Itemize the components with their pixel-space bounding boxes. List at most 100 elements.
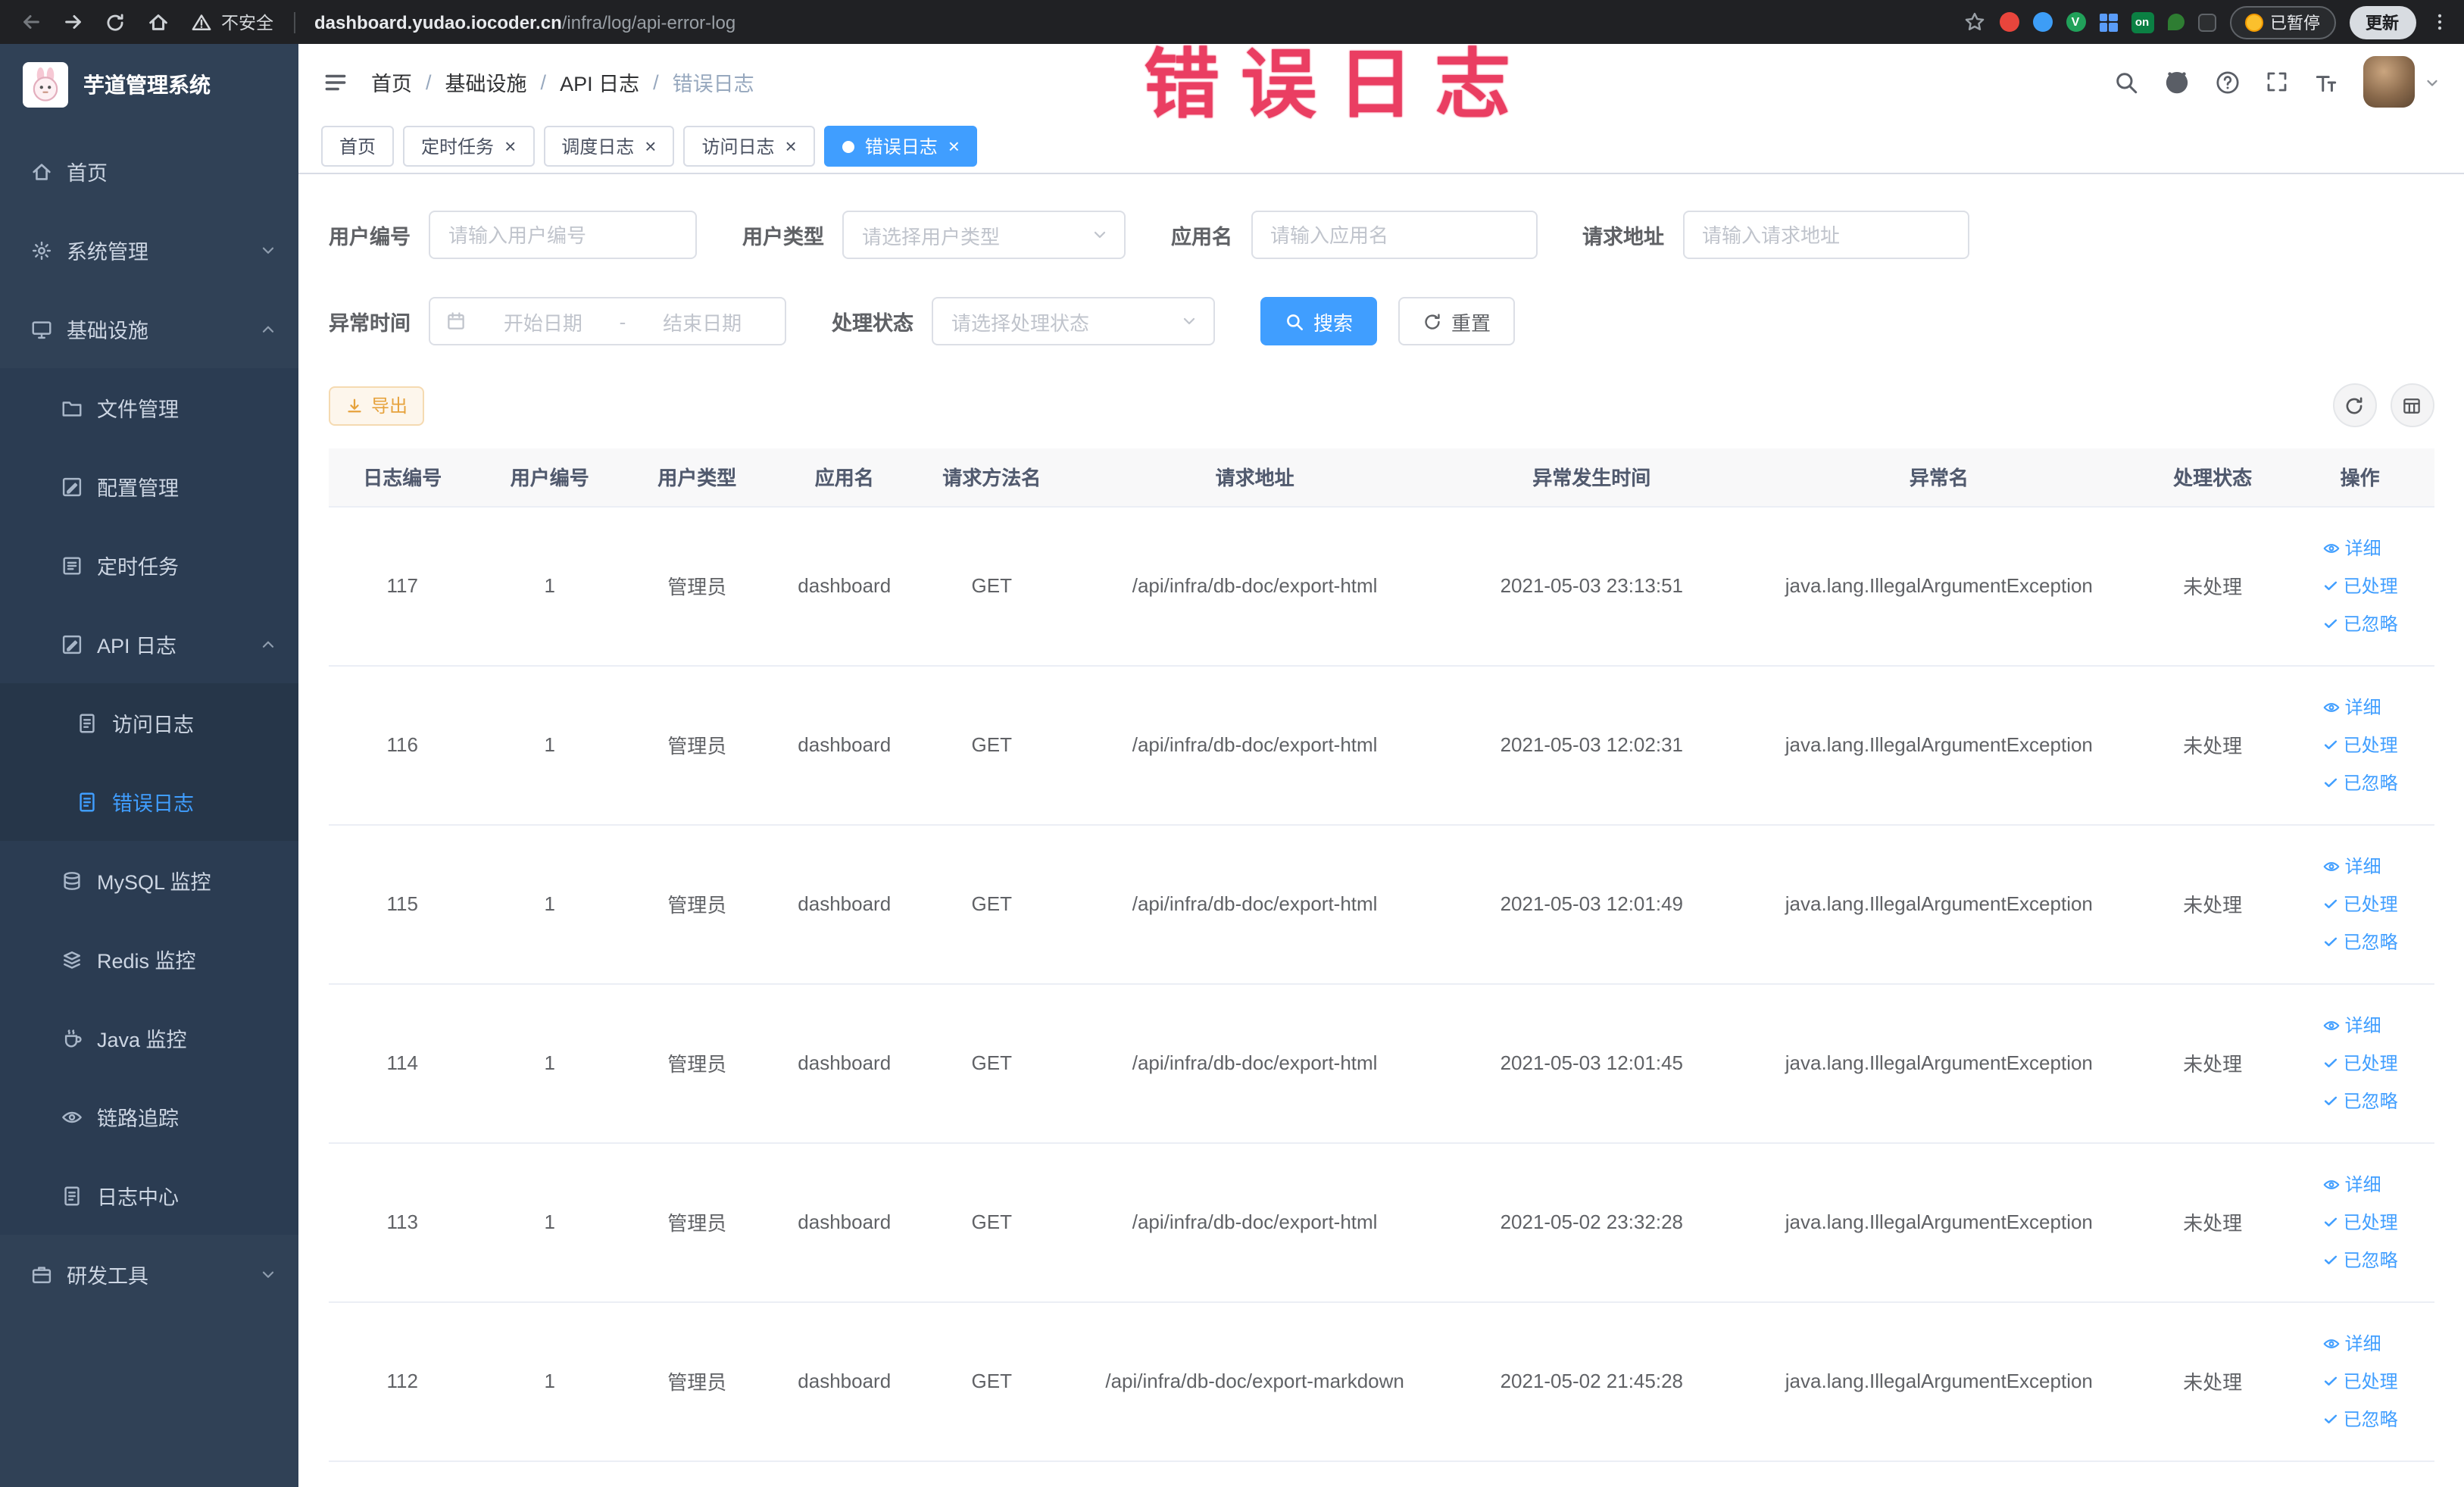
date-range-picker[interactable]: 开始日期 - 结束日期 — [429, 297, 786, 345]
user-menu[interactable] — [2363, 56, 2440, 108]
sidebar-item-log-center[interactable]: 日志中心 — [0, 1156, 298, 1235]
sidebar-item-file-management[interactable]: 文件管理 — [0, 368, 298, 447]
detail-link[interactable]: 详细 — [2322, 1330, 2381, 1356]
cell-user-id: 1 — [476, 506, 623, 666]
cell-status: 未处理 — [2138, 1301, 2287, 1461]
user-type-select[interactable]: 请选择用户类型 — [842, 211, 1126, 259]
bookmark-star-icon[interactable] — [1963, 11, 1985, 33]
sidebar-item-home[interactable]: 首页 — [0, 132, 298, 211]
detail-link[interactable]: 详细 — [2322, 853, 2381, 879]
sidebar-item-redis-monitor[interactable]: Redis 监控 — [0, 920, 298, 998]
sidebar-item-java-monitor[interactable]: Java 监控 — [0, 998, 298, 1077]
security-indicator[interactable]: 不安全 — [191, 10, 273, 34]
tab-schedule-log[interactable]: 调度日志 × — [543, 126, 675, 167]
check-icon — [2324, 740, 2337, 750]
extension-grid-icon[interactable] — [2099, 13, 2117, 31]
search-icon — [1287, 314, 1304, 330]
breadcrumb-home[interactable]: 首页 — [371, 67, 412, 97]
status-select[interactable]: 请选择处理状态 — [932, 297, 1215, 345]
fullscreen-icon[interactable] — [2264, 70, 2288, 94]
ignored-link[interactable]: 已忽略 — [2322, 1406, 2398, 1432]
detail-link[interactable]: 详细 — [2322, 1171, 2381, 1197]
search-icon[interactable] — [2113, 69, 2138, 95]
extension-blue-icon[interactable] — [2032, 12, 2052, 32]
help-icon[interactable] — [2214, 69, 2240, 95]
breadcrumb-infrastructure[interactable]: 基础设施 — [445, 67, 527, 97]
reset-button[interactable]: 重置 — [1398, 297, 1516, 345]
page-header: 首页 / 基础设施 / API 日志 / 错误日志 — [298, 44, 2464, 120]
search-button[interactable]: 搜索 — [1260, 297, 1378, 345]
cell-method: GET — [918, 824, 1066, 984]
github-icon[interactable] — [2163, 68, 2190, 95]
cell-user-type: 管理员 — [623, 1301, 771, 1461]
tab-home[interactable]: 首页 — [321, 126, 395, 167]
redis-icon — [61, 948, 83, 970]
export-button[interactable]: 导出 — [329, 386, 425, 425]
paused-badge[interactable]: 已暂停 — [2229, 5, 2335, 39]
back-icon[interactable] — [15, 7, 45, 37]
detail-link[interactable]: 详细 — [2322, 694, 2381, 720]
ignored-link[interactable]: 已忽略 — [2322, 770, 2398, 795]
processed-link[interactable]: 已处理 — [2322, 573, 2398, 598]
sidebar-item-error-log[interactable]: 错误日志 — [0, 762, 298, 841]
tab-scheduled-tasks[interactable]: 定时任务 × — [403, 126, 535, 167]
sidebar-item-trace[interactable]: 链路追踪 — [0, 1077, 298, 1156]
address-bar[interactable]: dashboard.yudao.iocoder.cn/infra/log/api… — [314, 11, 1950, 33]
sidebar-item-system[interactable]: 系统管理 — [0, 211, 298, 289]
processed-link[interactable]: 已处理 — [2322, 1050, 2398, 1076]
close-icon[interactable]: × — [948, 136, 960, 156]
ignored-link[interactable]: 已忽略 — [2322, 1247, 2398, 1273]
cell-user-type: 管理员 — [623, 1142, 771, 1302]
close-icon[interactable]: × — [785, 136, 797, 156]
cell-user-id: 1 — [476, 824, 623, 984]
chevron-up-icon — [259, 635, 277, 653]
cell-app-name: dashboard — [770, 665, 918, 825]
home-icon[interactable] — [142, 7, 173, 37]
check-icon — [2324, 937, 2337, 947]
update-button[interactable]: 更新 — [2349, 5, 2416, 39]
tab-error-log[interactable]: 错误日志 × — [823, 126, 978, 167]
extension-on-icon[interactable]: on — [2131, 11, 2153, 33]
ignored-link[interactable]: 已忽略 — [2322, 611, 2398, 636]
check-icon — [2324, 899, 2337, 909]
close-icon[interactable]: × — [645, 136, 656, 156]
processed-link[interactable]: 已处理 — [2322, 891, 2398, 917]
refresh-button[interactable] — [2332, 383, 2376, 427]
processed-link[interactable]: 已处理 — [2322, 1209, 2398, 1235]
extensions-puzzle-icon[interactable] — [2197, 13, 2216, 31]
sidebar: 芋道管理系统 首页 系统管理 基础设施 文件管理 配置管理 定时任务 API 日… — [0, 44, 298, 1487]
cell-app-name: dashboard — [770, 506, 918, 666]
close-icon[interactable]: × — [504, 136, 516, 156]
extension-v-icon[interactable]: V — [2066, 12, 2085, 32]
reload-icon[interactable] — [100, 7, 130, 37]
request-url-input[interactable] — [1682, 211, 1969, 259]
sidebar-item-mysql-monitor[interactable]: MySQL 监控 — [0, 841, 298, 920]
extension-red-icon[interactable] — [1999, 12, 2019, 32]
processed-link[interactable]: 已处理 — [2322, 1368, 2398, 1394]
url-path: /infra/log/api-error-log — [561, 11, 736, 33]
sidebar-item-api-log[interactable]: API 日志 — [0, 604, 298, 683]
column-visibility-button[interactable] — [2390, 383, 2434, 427]
hamburger-icon[interactable] — [323, 69, 348, 95]
detail-link[interactable]: 详细 — [2322, 1012, 2381, 1038]
font-size-icon[interactable] — [2313, 69, 2338, 95]
browser-menu-icon[interactable] — [2429, 12, 2449, 32]
chevron-down-icon — [1094, 231, 1106, 239]
app-name-input[interactable] — [1251, 211, 1537, 259]
user-id-input[interactable] — [429, 211, 697, 259]
extension-sprout-icon[interactable] — [2167, 14, 2184, 30]
sidebar-item-access-log[interactable]: 访问日志 — [0, 683, 298, 762]
security-label: 不安全 — [221, 14, 273, 33]
detail-link[interactable]: 详细 — [2322, 535, 2381, 561]
sidebar-item-infrastructure[interactable]: 基础设施 — [0, 289, 298, 368]
sidebar-item-dev-tools[interactable]: 研发工具 — [0, 1235, 298, 1314]
tab-access-log[interactable]: 访问日志 × — [683, 126, 815, 167]
breadcrumb-api-log[interactable]: API 日志 — [560, 67, 639, 97]
sidebar-item-config-management[interactable]: 配置管理 — [0, 447, 298, 526]
sidebar-item-scheduled-tasks[interactable]: 定时任务 — [0, 526, 298, 604]
ignored-link[interactable]: 已忽略 — [2322, 1088, 2398, 1114]
java-cup-icon — [61, 1026, 83, 1049]
forward-icon[interactable] — [58, 7, 88, 37]
ignored-link[interactable]: 已忽略 — [2322, 929, 2398, 954]
processed-link[interactable]: 已处理 — [2322, 732, 2398, 758]
